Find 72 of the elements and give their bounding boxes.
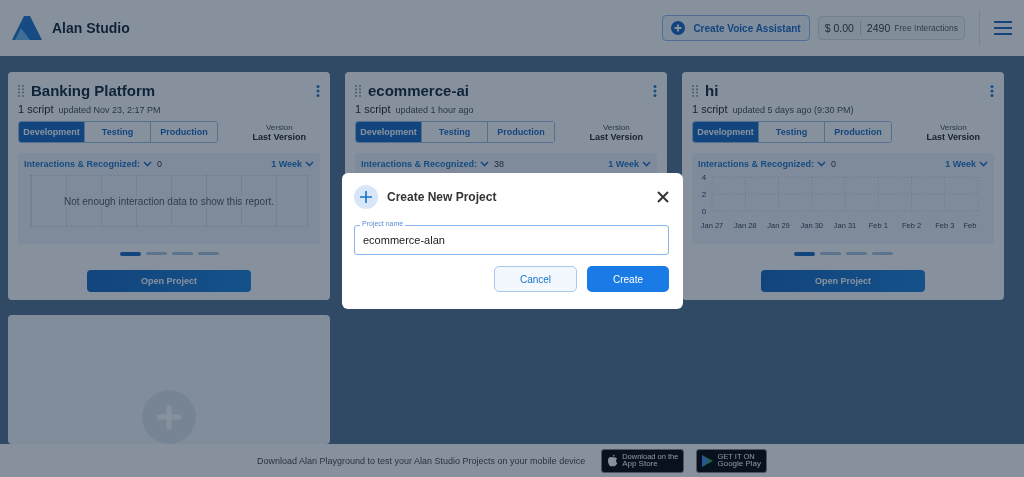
chevron-down-icon (143, 161, 152, 167)
period-dropdown[interactable]: 1 Week (271, 159, 314, 169)
metric-value: 0 (157, 159, 163, 169)
create-voice-assistant-button[interactable]: Create Voice Assistant (662, 15, 810, 41)
balance-amount: $ 0.00 (824, 22, 854, 34)
empty-message: Not enough interaction data to show this report. (63, 195, 275, 207)
environment-tab[interactable]: Development (693, 122, 759, 142)
metric-dropdown[interactable]: Interactions & Recognized: (698, 159, 826, 169)
chevron-down-icon (642, 161, 651, 167)
add-project-card[interactable] (8, 315, 330, 444)
period-dropdown[interactable]: 1 Week (608, 159, 651, 169)
version-label: Version (939, 122, 967, 132)
interactions-label: Free Interactions (894, 23, 958, 33)
more-options-icon[interactable] (990, 84, 994, 97)
carousel-indicator[interactable] (145, 252, 167, 256)
badge-store-name: App Store (622, 460, 659, 469)
version-label: Version (602, 122, 630, 132)
plus-icon (354, 185, 378, 209)
project-name: ecommerce-ai (368, 82, 469, 99)
menu-icon[interactable] (994, 21, 1012, 35)
create-button[interactable]: Create (587, 266, 669, 292)
chevron-down-icon (817, 161, 826, 167)
footer-text: Download Alan Playground to test your Alan Studio Projects on your mobile device (256, 455, 586, 466)
script-count: 1 script (355, 103, 391, 115)
logo-icon (12, 16, 42, 40)
project-name: hi (705, 82, 719, 99)
cancel-button[interactable]: Cancel (494, 266, 577, 292)
carousel-indicator[interactable] (819, 252, 841, 256)
apple-icon (607, 454, 619, 467)
more-options-icon[interactable] (653, 84, 657, 97)
version-label: Version (265, 122, 293, 132)
y-tick-label: 2 (701, 189, 707, 199)
carousel-indicator[interactable] (171, 252, 193, 256)
dialog-title: Create New Project (387, 190, 497, 204)
open-project-button[interactable]: Open Project (87, 270, 251, 292)
script-count: 1 script (692, 103, 728, 115)
open-project-button[interactable]: Open Project (761, 270, 925, 292)
chevron-down-icon (979, 161, 988, 167)
y-tick-label: 0 (701, 206, 707, 216)
script-count: 1 script (18, 103, 54, 115)
carousel-indicator[interactable] (793, 252, 815, 257)
badge-store-name: Google Play (717, 460, 762, 469)
updated-time: updated 1 hour ago (395, 105, 474, 115)
play-triangle-icon (702, 454, 714, 467)
carousel-indicator[interactable] (119, 252, 141, 257)
chevron-down-icon (480, 161, 489, 167)
more-options-icon[interactable] (316, 84, 320, 97)
environment-tab[interactable]: Development (19, 122, 85, 142)
project-name: Banking Platform (31, 82, 156, 99)
carousel-indicator[interactable] (197, 252, 219, 256)
interactions-count: 2490 (866, 22, 891, 34)
drag-handle-icon[interactable] (18, 84, 24, 97)
plus-circle-icon (671, 21, 686, 35)
metric-dropdown[interactable]: Interactions & Recognized: (24, 159, 152, 169)
drag-handle-icon[interactable] (692, 84, 698, 97)
updated-time: updated 5 days ago (9:30 PM) (732, 105, 854, 115)
version-value: Last Version (926, 131, 980, 142)
version-value: Last Version (252, 131, 306, 142)
period-dropdown[interactable]: 1 Week (945, 159, 988, 169)
metric-value: 38 (494, 159, 505, 169)
metric-dropdown[interactable]: Interactions & Recognized: (361, 159, 489, 169)
close-icon[interactable] (657, 191, 669, 203)
metric-value: 0 (831, 159, 837, 169)
carousel-indicator[interactable] (871, 252, 893, 256)
version-value: Last Version (589, 131, 643, 142)
y-tick-label: 4 (701, 173, 707, 182)
chevron-down-icon (305, 161, 314, 167)
environment-tab[interactable]: Development (356, 122, 422, 142)
app-title: Alan Studio (52, 20, 130, 36)
carousel-indicator[interactable] (845, 252, 867, 256)
updated-time: updated Nov 23, 2:17 PM (58, 105, 161, 115)
drag-handle-icon[interactable] (355, 84, 361, 97)
